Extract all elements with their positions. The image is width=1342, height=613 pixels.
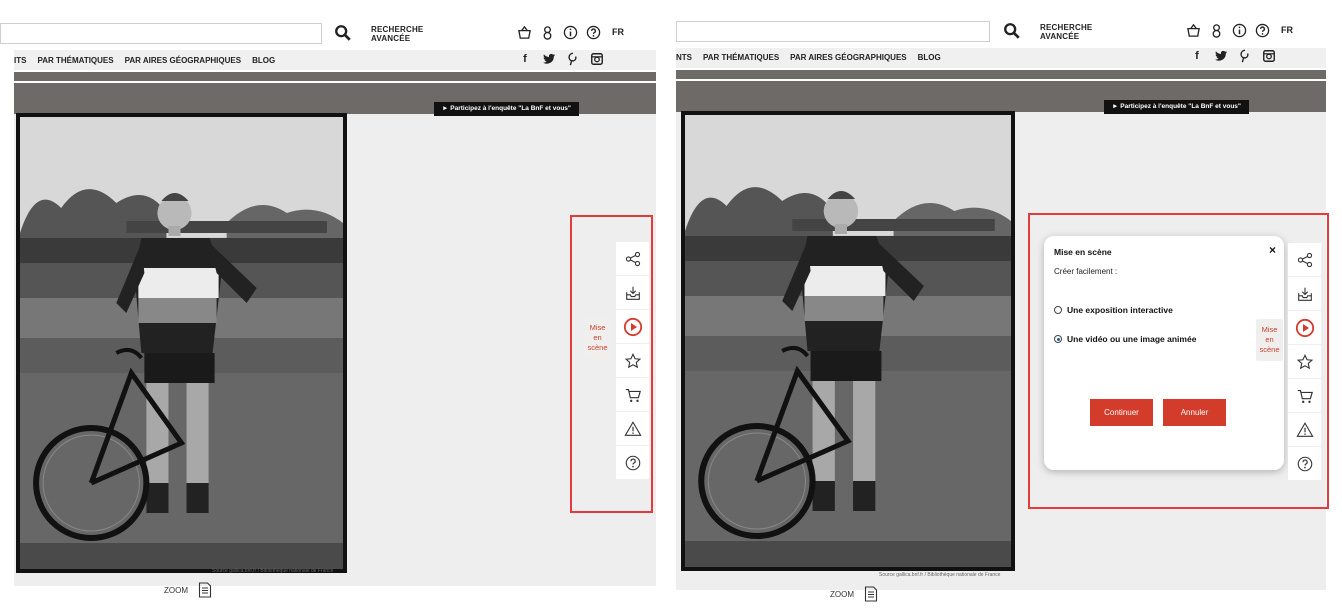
document-icon[interactable] — [864, 586, 878, 602]
nav-item[interactable]: BLOG — [918, 53, 941, 62]
search-input[interactable] — [676, 21, 990, 42]
nav-menu: ITS PAR THÉMATIQUES PAR AIRES GÉOGRAPHIQ… — [14, 56, 275, 65]
nav-menu: NTS PAR THÉMATIQUES PAR AIRES GÉOGRAPHIQ… — [676, 53, 941, 62]
twitter-icon[interactable] — [1214, 49, 1228, 63]
survey-link[interactable]: ► Participez à l'enquête "La BnF et vous… — [1104, 100, 1250, 114]
social-links: f — [1190, 49, 1276, 63]
facebook-icon[interactable]: f — [518, 52, 532, 66]
survey-link[interactable]: ► Participez à l'enquête "La BnF et vous… — [434, 102, 580, 116]
basket-icon[interactable] — [1185, 22, 1201, 38]
right-screenshot: RECHERCHE AVANCÉE FR NTS PAR THÉMATIQUES… — [676, 0, 1342, 613]
nav-item[interactable]: PAR AIRES GÉOGRAPHIQUES — [790, 53, 906, 62]
gray-band — [14, 72, 656, 81]
header: RECHERCHE AVANCÉE FR — [0, 0, 660, 50]
image-credit: Source gallica.bnf.fr / Bibliothèque nat… — [879, 572, 1001, 578]
zoom-bar: ZOOM — [830, 581, 878, 607]
info-icon[interactable] — [1231, 22, 1247, 38]
header-icons: FR — [516, 24, 628, 40]
nav-item[interactable]: PAR AIRES GÉOGRAPHIQUES — [125, 56, 241, 65]
cyclist-photo — [681, 111, 1015, 571]
advanced-search-line2: AVANCÉE — [1040, 32, 1080, 41]
help-icon[interactable] — [585, 24, 601, 40]
advanced-search-line1: RECHERCHE — [1040, 23, 1093, 32]
gray-band — [676, 70, 1326, 79]
document-image[interactable] — [16, 113, 347, 573]
pinterest-icon[interactable] — [1238, 49, 1252, 63]
chevron-down-icon — [1296, 25, 1297, 35]
zoom-bar: ZOOM — [164, 577, 212, 603]
basket-icon[interactable] — [516, 24, 532, 40]
help-icon[interactable] — [1254, 22, 1270, 38]
social-links: f — [518, 52, 604, 66]
user-icon[interactable] — [539, 24, 555, 40]
pinterest-icon[interactable] — [566, 52, 580, 66]
search-icon[interactable] — [334, 24, 352, 42]
cyclist-photo — [16, 113, 347, 573]
header-icons: FR — [1185, 22, 1297, 38]
advanced-search-line2: AVANCÉE — [371, 34, 411, 43]
facebook-icon[interactable]: f — [1190, 49, 1204, 63]
image-credit: Source gallica.bnf.fr / Bibliothèque nat… — [212, 568, 334, 574]
language-label: FR — [612, 27, 624, 37]
advanced-search-line1: RECHERCHE — [371, 25, 424, 34]
document-image[interactable] — [681, 111, 1015, 571]
nav-item[interactable]: PAR THÉMATIQUES — [703, 53, 779, 62]
language-selector[interactable]: FR — [612, 24, 628, 40]
nav-item[interactable]: NTS — [676, 53, 692, 62]
info-icon[interactable] — [562, 24, 578, 40]
advanced-search-link[interactable]: RECHERCHE AVANCÉE — [1040, 23, 1092, 41]
language-selector[interactable]: FR — [1281, 22, 1297, 38]
instagram-icon[interactable] — [1262, 49, 1276, 63]
document-icon[interactable] — [198, 582, 212, 598]
zoom-button[interactable]: ZOOM — [830, 590, 854, 599]
nav-item[interactable]: ITS — [14, 56, 26, 65]
language-label: FR — [1281, 25, 1293, 35]
search-input[interactable] — [0, 23, 322, 44]
highlight-box — [1028, 213, 1329, 509]
header: RECHERCHE AVANCÉE FR — [676, 0, 1342, 50]
advanced-search-link[interactable]: RECHERCHE AVANCÉE — [371, 25, 423, 43]
instagram-icon[interactable] — [590, 52, 604, 66]
left-screenshot: RECHERCHE AVANCÉE FR ITS PAR THÉMATIQUES… — [0, 0, 660, 613]
search-icon[interactable] — [1003, 22, 1021, 40]
user-icon[interactable] — [1208, 22, 1224, 38]
zoom-button[interactable]: ZOOM — [164, 586, 188, 595]
chevron-down-icon — [627, 27, 628, 37]
twitter-icon[interactable] — [542, 52, 556, 66]
nav-item[interactable]: PAR THÉMATIQUES — [37, 56, 113, 65]
highlight-box — [570, 215, 653, 513]
nav-item[interactable]: BLOG — [252, 56, 275, 65]
